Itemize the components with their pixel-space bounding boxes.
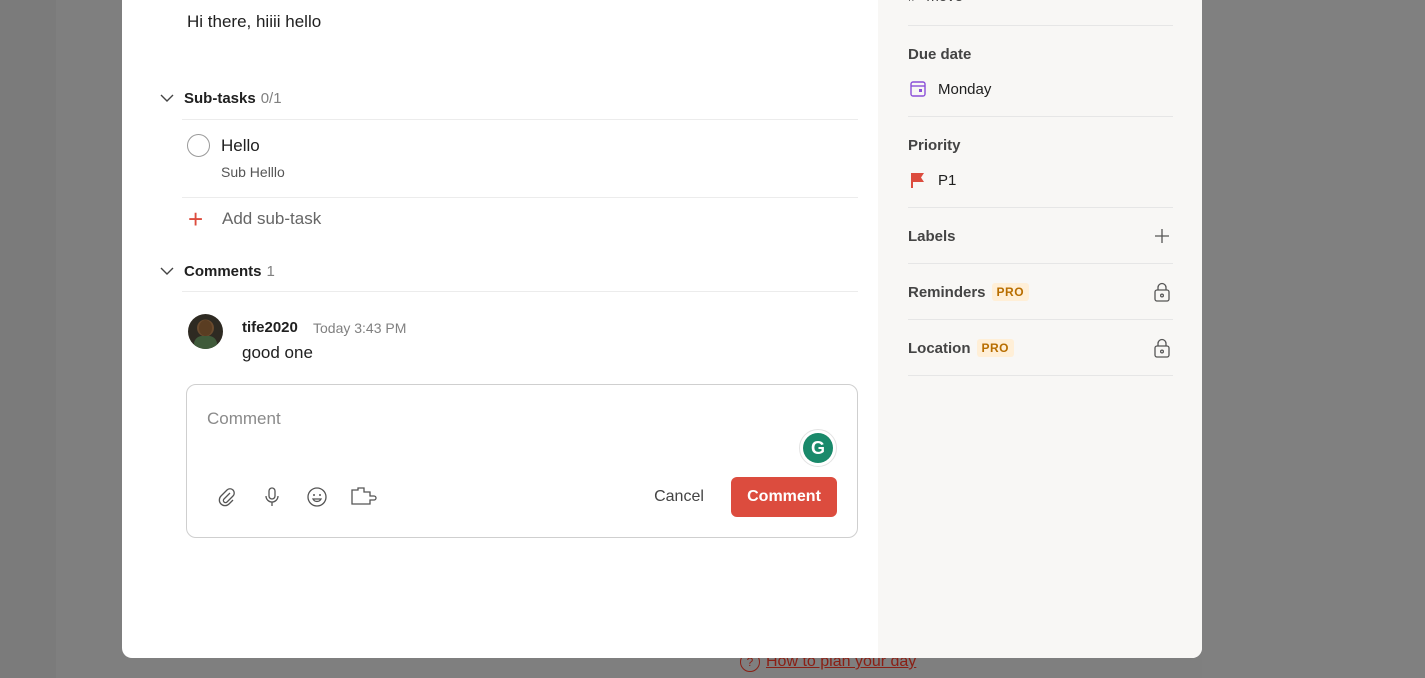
comment-toolbar — [215, 485, 378, 509]
subtask-title[interactable]: Hello — [221, 136, 260, 156]
due-date-field[interactable]: Due date Monday — [908, 46, 1173, 99]
divider — [182, 119, 858, 120]
priority-field[interactable]: Priority P1 — [908, 137, 1173, 190]
project-field[interactable]: # move — [908, 0, 963, 5]
pro-badge: PRO — [976, 339, 1015, 357]
location-field[interactable]: Location PRO — [908, 337, 1173, 359]
labels-label: Labels — [908, 227, 956, 245]
emoji-icon[interactable] — [305, 485, 329, 509]
comment-text: good one — [242, 343, 313, 362]
pro-badge: PRO — [991, 283, 1030, 301]
divider — [182, 291, 858, 292]
hash-icon: # — [908, 0, 916, 5]
task-detail-modal: Hi there, hiiii hello Sub-tasks 0/1 Hell… — [122, 0, 1202, 658]
divider — [908, 116, 1173, 117]
comment-input[interactable] — [207, 409, 767, 429]
reminders-label: Reminders — [908, 283, 986, 301]
microphone-icon[interactable] — [260, 485, 284, 509]
labels-field[interactable]: Labels — [908, 225, 1173, 247]
due-date-value: Monday — [938, 80, 992, 98]
backdrop-left — [0, 0, 56, 678]
lock-icon[interactable] — [1151, 281, 1173, 303]
extensions-icon[interactable] — [350, 485, 378, 509]
cancel-button[interactable]: Cancel — [639, 477, 719, 517]
divider — [908, 207, 1173, 208]
subtask-checkbox[interactable] — [187, 134, 210, 157]
flag-icon — [908, 170, 928, 190]
subtasks-header[interactable]: Sub-tasks 0/1 — [158, 89, 282, 107]
divider — [182, 197, 858, 198]
task-description[interactable]: Hi there, hiiii hello — [187, 12, 321, 32]
chevron-down-icon[interactable] — [158, 89, 176, 107]
priority-label: Priority — [908, 137, 961, 154]
comments-header[interactable]: Comments 1 — [158, 262, 275, 280]
comments-heading: Comments — [184, 262, 262, 280]
comment-composer: G Cancel Comment — [186, 384, 858, 538]
chevron-down-icon[interactable] — [158, 262, 176, 280]
attachment-icon[interactable] — [215, 485, 239, 509]
comment-timestamp: Today 3:43 PM — [313, 320, 407, 336]
divider — [908, 263, 1173, 264]
location-label: Location — [908, 339, 971, 357]
comment-author: tife2020 — [242, 319, 298, 336]
task-sidebar: # move Due date Monday Priority P1 — [878, 0, 1202, 658]
plus-icon[interactable] — [1151, 225, 1173, 247]
add-subtask-label: Add sub-task — [222, 209, 322, 228]
divider — [908, 25, 1173, 26]
subtasks-count: 0/1 — [260, 89, 282, 107]
comment-item: tife2020 Today 3:43 PM good one — [188, 312, 848, 362]
priority-value: P1 — [938, 171, 957, 189]
backdrop-right — [1202, 0, 1425, 678]
subtasks-heading: Sub-tasks — [184, 89, 256, 107]
due-date-label: Due date — [908, 46, 972, 63]
divider — [908, 375, 1173, 376]
plus-icon: + — [188, 204, 204, 234]
submit-comment-button[interactable]: Comment — [731, 477, 837, 517]
project-value: move — [926, 0, 963, 5]
divider — [908, 319, 1173, 320]
calendar-icon — [908, 79, 928, 99]
grammarly-icon[interactable]: G — [799, 429, 837, 467]
reminders-field[interactable]: Reminders PRO — [908, 281, 1173, 303]
lock-icon[interactable] — [1151, 337, 1173, 359]
task-main-pane: Hi there, hiiii hello Sub-tasks 0/1 Hell… — [122, 0, 878, 658]
comments-count: 1 — [266, 262, 275, 280]
subtask-description: Sub Helllo — [221, 164, 285, 180]
add-subtask-button[interactable]: + Add sub-task — [188, 204, 322, 234]
avatar[interactable] — [188, 314, 223, 349]
